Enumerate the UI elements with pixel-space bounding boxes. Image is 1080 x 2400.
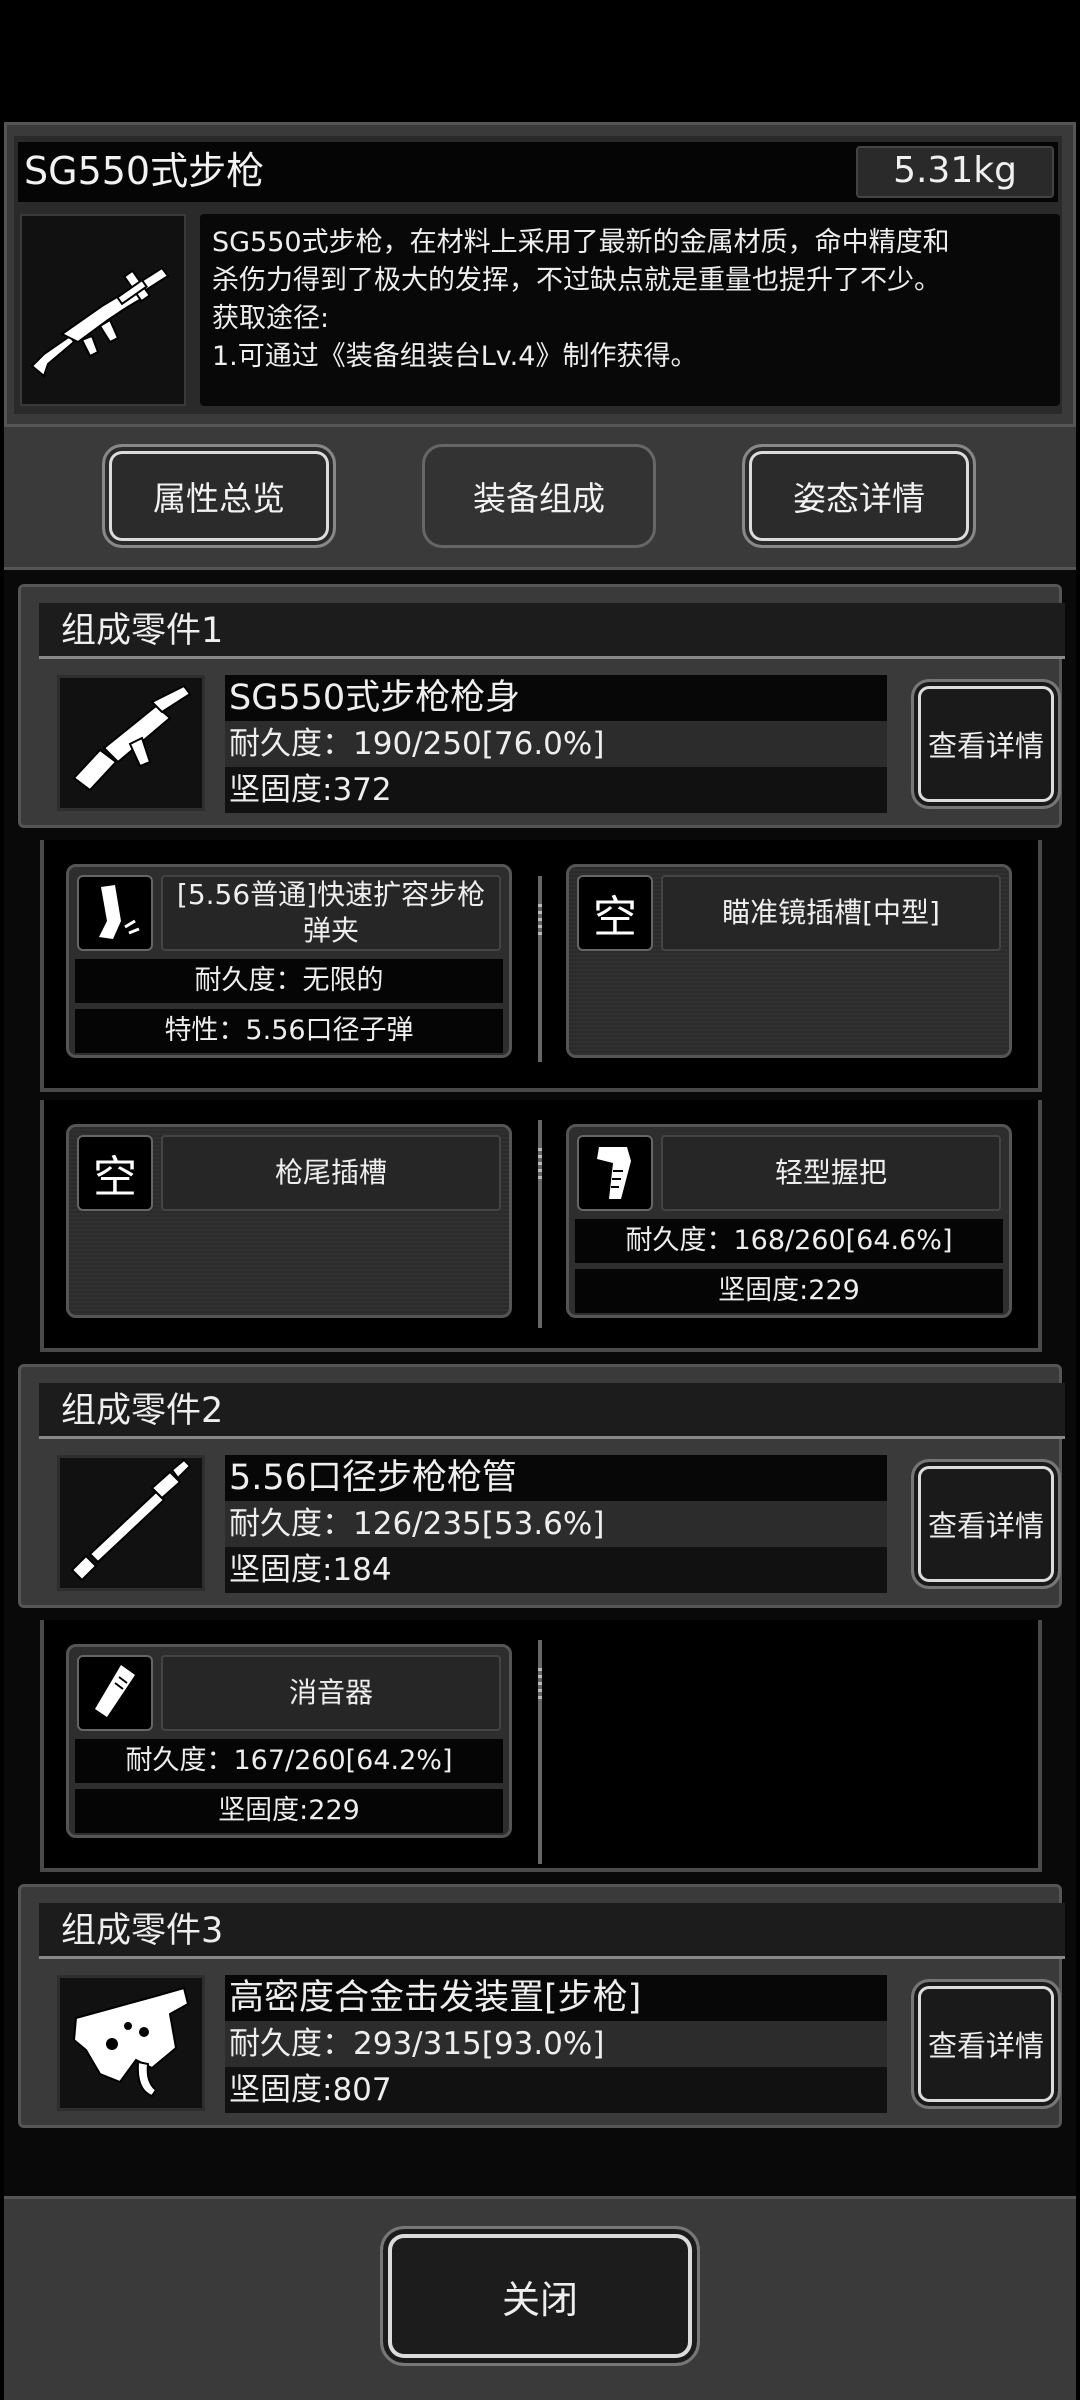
part-header: 组成零件2 — [39, 1383, 1065, 1439]
tab-attributes-overview[interactable]: 属性总览 — [102, 444, 336, 548]
part-hardness: 坚固度:372 — [229, 772, 392, 808]
grip-icon — [577, 1135, 653, 1211]
part-icon-box — [57, 675, 205, 811]
tab-posture-details[interactable]: 姿态详情 — [742, 444, 976, 548]
description-line: 获取途径: — [212, 303, 330, 334]
slot-name: 瞄准镜插槽[中型] — [661, 875, 1001, 951]
part-durability: 耐久度：126/235[53.6%] — [225, 1501, 887, 1547]
slot-durability: 耐久度：168/260[64.6%] — [575, 1219, 1003, 1263]
attachment-slot-magazine[interactable]: [5.56普通]快速扩容步枪弹夹 耐久度：无限的 特性：5.56口径子弹 — [66, 864, 512, 1058]
slot-hardness: 坚固度:229 — [575, 1269, 1003, 1313]
slot-name: 消音器 — [161, 1655, 501, 1731]
rifle-icon — [30, 266, 170, 378]
suppressor-icon — [77, 1655, 153, 1731]
view-details-button[interactable]: 查看详情 — [911, 1979, 1061, 2109]
slot-name: 枪尾插槽 — [161, 1135, 501, 1211]
part-name: SG550式步枪枪身 — [225, 675, 887, 721]
rifle-body-icon — [72, 684, 192, 792]
attachment-slot-scope[interactable]: 空 瞄准镜插槽[中型] — [566, 864, 1012, 1058]
attachment-slot-grip[interactable]: 轻型握把 耐久度：168/260[64.6%] 坚固度:229 — [566, 1124, 1012, 1318]
attachment-slot-stock[interactable]: 空 枪尾插槽 — [66, 1124, 512, 1318]
part-hardness: 坚固度:184 — [229, 1552, 392, 1588]
slot-name: 轻型握把 — [661, 1135, 1001, 1211]
empty-slot-icon: 空 — [77, 1135, 153, 1211]
part-durability: 耐久度：190/250[76.0%] — [225, 721, 887, 767]
part-header: 组成零件3 — [39, 1903, 1065, 1959]
part-info: 高密度合金击发装置[步枪] 耐久度：293/315[93.0%] 坚固度:807 — [225, 1975, 887, 2113]
item-icon-box — [20, 214, 186, 406]
part-header: 组成零件1 — [39, 603, 1065, 659]
close-button[interactable]: 关闭 — [380, 2226, 700, 2366]
part-name: 高密度合金击发装置[步枪] — [225, 1975, 887, 2021]
item-weight: 5.31kg — [893, 150, 1017, 191]
slot-name: [5.56普通]快速扩容步枪弹夹 — [161, 875, 501, 951]
description-line: SG550式步枪，在材料上采用了最新的金属材质，命中精度和 — [212, 227, 950, 258]
slot-durability: 耐久度：167/260[64.2%] — [75, 1739, 503, 1783]
barrel-icon — [70, 1458, 192, 1582]
part-durability: 耐久度：293/315[93.0%] — [225, 2021, 887, 2067]
part-card-2: 组成零件2 5.56口径步枪枪管 耐久度：126/235[53.6%] 坚固度:… — [18, 1364, 1065, 1608]
part-card-1: 组成零件1 SG550式步枪枪身 耐久度：190/250[76.0%] 坚固度:… — [18, 584, 1065, 828]
description-line: 1.可通过《装备组装台Lv.4》制作获得。 — [212, 341, 698, 372]
part-name: 5.56口径步枪枪管 — [225, 1455, 887, 1501]
part-icon-box — [57, 1455, 205, 1591]
tab-equipment-composition[interactable]: 装备组成 — [422, 444, 656, 548]
view-details-button[interactable]: 查看详情 — [911, 679, 1061, 809]
part-icon-box — [57, 1975, 205, 2111]
magazine-icon — [77, 875, 153, 951]
view-details-button[interactable]: 查看详情 — [911, 1459, 1061, 1589]
slot-durability: 耐久度：无限的 — [75, 959, 503, 1003]
empty-slot-icon: 空 — [577, 875, 653, 951]
part-info: 5.56口径步枪枪管 耐久度：126/235[53.6%] 坚固度:184 — [225, 1455, 887, 1593]
part-hardness: 坚固度:807 — [229, 2072, 392, 2108]
item-title: SG550式步枪 — [24, 149, 265, 193]
attachment-slot-suppressor[interactable]: 消音器 耐久度：167/260[64.2%] 坚固度:229 — [66, 1644, 512, 1838]
slot-property: 特性：5.56口径子弹 — [75, 1009, 503, 1053]
description-line: 杀伤力得到了极大的发挥，不过缺点就是重量也提升了不少。 — [212, 265, 941, 296]
grid-divider — [538, 1640, 542, 1864]
grid-divider — [538, 876, 542, 1062]
item-description: SG550式步枪，在材料上采用了最新的金属材质，命中精度和 杀伤力得到了极大的发… — [200, 214, 1060, 406]
slot-hardness: 坚固度:229 — [75, 1789, 503, 1833]
part-card-3: 组成零件3 高密度合金击发装置[步枪] 耐久度：293/315[93.0%] 坚… — [18, 1884, 1065, 2128]
grid-divider — [538, 1120, 542, 1328]
part-info: SG550式步枪枪身 耐久度：190/250[76.0%] 坚固度:372 — [225, 675, 887, 813]
trigger-mechanism-icon — [72, 1986, 190, 2098]
